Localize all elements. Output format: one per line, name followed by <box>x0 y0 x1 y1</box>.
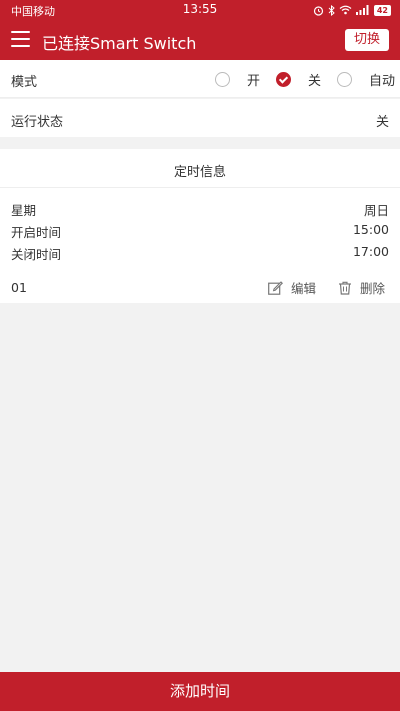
run-state-row: 运行状态 关 <box>0 99 400 137</box>
mode-option-off[interactable]: 关 <box>276 70 321 89</box>
page-title: 已连接Smart Switch <box>42 34 197 53</box>
trash-icon <box>339 281 351 295</box>
mode-row: 模式 开 关 自动 <box>0 60 400 98</box>
mode-option-auto[interactable]: 自动 <box>337 70 395 89</box>
schedule-day-label: 星期 <box>11 203 37 218</box>
mode-option-auto-label: 自动 <box>369 74 396 89</box>
signal-icon <box>355 5 369 15</box>
wifi-icon <box>339 5 352 15</box>
status-bar: 中国移动 13:55 42 <box>0 0 400 20</box>
schedule-index: 01 <box>11 280 27 295</box>
mode-option-on[interactable]: 开 <box>215 70 260 89</box>
edit-label: 编辑 <box>291 281 317 296</box>
bluetooth-icon <box>328 4 335 16</box>
schedule-card: 定时信息 星期 周日 开启时间 15:00 关闭时间 17:00 01 编辑 删… <box>0 149 400 303</box>
edit-icon <box>268 280 283 295</box>
alarm-icon <box>313 5 323 16</box>
battery-indicator: 42 <box>373 4 391 16</box>
edit-button[interactable]: 编辑 <box>268 278 316 297</box>
schedule-start-value: 15:00 <box>352 222 389 237</box>
radio-unchecked-icon <box>215 72 230 87</box>
add-time-button[interactable]: 添加时间 <box>0 672 400 711</box>
mode-option-off-label: 关 <box>308 74 322 89</box>
run-state-label: 运行状态 <box>11 115 64 130</box>
radio-checked-icon <box>276 72 291 87</box>
schedule-day-value: 周日 <box>363 203 389 218</box>
mode-label: 模式 <box>11 75 38 90</box>
schedule-end-label: 关闭时间 <box>11 247 62 262</box>
mode-option-on-label: 开 <box>247 74 261 89</box>
switch-device-button[interactable]: 切换 <box>345 29 389 51</box>
divider <box>0 187 400 188</box>
schedule-end-value: 17:00 <box>352 244 389 259</box>
delete-button[interactable]: 删除 <box>338 278 385 297</box>
delete-label: 删除 <box>360 281 386 296</box>
status-icons: 42 <box>313 3 391 17</box>
schedule-start-label: 开启时间 <box>11 225 62 240</box>
run-state-value: 关 <box>375 115 389 130</box>
app-bar: 已连接Smart Switch 切换 <box>0 20 400 60</box>
menu-icon[interactable] <box>11 31 30 48</box>
radio-unchecked-icon <box>337 72 352 87</box>
schedule-title: 定时信息 <box>173 165 226 180</box>
